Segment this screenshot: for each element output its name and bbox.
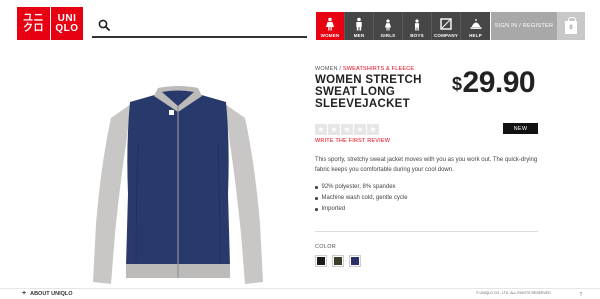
logo-left: ユニ クロ (17, 7, 50, 40)
search-input[interactable] (116, 16, 301, 34)
nav-label-girls: GIRLS (380, 33, 396, 38)
left-sleeve (93, 104, 131, 284)
color-swatch-navy[interactable] (349, 255, 361, 267)
cart-count: 0 (569, 24, 573, 31)
nav-label-company: COMPANY (433, 33, 459, 38)
breadcrumb-category-link[interactable]: SWEATSHIRTS & FLEECE (343, 66, 414, 72)
feature-item: 92% polyester, 8% spandex (315, 182, 408, 193)
nav-label-women: WOMEN (320, 33, 340, 38)
star-icon: ★ (354, 124, 366, 135)
logo-latin-1: UNI (57, 12, 77, 24)
about-uniqlo-toggle[interactable]: + ABOUT UNIQLO (22, 290, 73, 297)
man-icon (356, 17, 362, 31)
star-icon: ★ (328, 124, 340, 135)
cart-button[interactable]: 0 (557, 12, 585, 40)
uniqlo-logo[interactable]: ユニ クロ UNI QLO (17, 7, 83, 40)
plus-icon: + (22, 290, 27, 297)
nav-label-men: MEN (353, 33, 365, 38)
help-icon (470, 19, 481, 29)
nav-item-girls[interactable]: GIRLS (374, 12, 403, 40)
new-badge: NEW (503, 123, 538, 134)
star-icon: ★ (315, 124, 327, 135)
color-swatches (315, 255, 361, 267)
search-bar (92, 14, 307, 38)
swatch-fill (334, 257, 342, 265)
product-title: WOMEN STRETCH SWEAT LONG SLEEVEJACKET (315, 74, 422, 110)
swatch-fill (351, 257, 359, 265)
nav-item-women[interactable]: WOMEN (316, 12, 345, 40)
girl-icon (385, 19, 391, 31)
color-swatch-black[interactable] (315, 255, 327, 267)
nav-item-company[interactable]: COMPANY (432, 12, 461, 40)
header: ユニ クロ UNI QLO WOMEN MEN GIRLS BOYS COMPA… (0, 0, 600, 40)
about-uniqlo-label: ABOUT UNIQLO (30, 290, 73, 297)
nav-label-help: HELP (469, 33, 482, 38)
right-sleeve (225, 104, 263, 284)
product-description: This sporty, stretchy sweat jacket moves… (315, 157, 538, 173)
search-icon[interactable] (98, 19, 110, 31)
shopping-bag-icon: 0 (565, 17, 577, 34)
price-amount: 29.90 (462, 66, 536, 99)
product-image[interactable] (78, 84, 278, 284)
write-review-link[interactable]: WRITE THE FIRST REVIEW (315, 138, 390, 144)
star-icon: ★ (341, 124, 353, 135)
woman-icon (326, 17, 334, 31)
footer: + ABOUT UNIQLO © UNIQLO CO., LTD. ALL RI… (0, 288, 600, 299)
logo-katakana-1: ユニ (23, 12, 44, 24)
color-label: COLOR (315, 244, 337, 250)
feature-item: Imported (315, 204, 408, 215)
category-nav: WOMEN MEN GIRLS BOYS COMPANY HELP (316, 12, 490, 40)
logo-right: UNI QLO (50, 7, 83, 40)
breadcrumb: WOMEN / SWEATSHIRTS & FLEECE (315, 66, 414, 72)
back-to-top-icon[interactable]: ↑ (576, 289, 586, 299)
logo-latin-2: QLO (55, 22, 79, 34)
product-price: $ 29.90 (452, 66, 536, 100)
boy-icon (415, 19, 419, 31)
copyright: © UNIQLO CO., LTD. ALL RIGHTS RESERVED (476, 291, 551, 295)
logo-katakana-2: クロ (23, 22, 44, 34)
rating-stars: ★ ★ ★ ★ ★ (315, 124, 379, 135)
nav-label-boys: BOYS (410, 33, 424, 38)
breadcrumb-women-link[interactable]: WOMEN (315, 66, 338, 72)
nav-item-men[interactable]: MEN (345, 12, 374, 40)
feature-item: Machine wash cold, gentle cycle (315, 193, 408, 204)
company-icon (440, 18, 452, 30)
nav-item-help[interactable]: HELP (461, 12, 490, 40)
feature-list: 92% polyester, 8% spandex Machine wash c… (315, 182, 408, 215)
divider (315, 231, 538, 232)
price-currency: $ (452, 74, 462, 94)
nav-item-boys[interactable]: BOYS (403, 12, 432, 40)
star-icon: ★ (367, 124, 379, 135)
color-swatch-olive[interactable] (332, 255, 344, 267)
signin-register-button[interactable]: SIGN IN / REGISTER (491, 12, 557, 40)
swatch-fill (317, 257, 325, 265)
